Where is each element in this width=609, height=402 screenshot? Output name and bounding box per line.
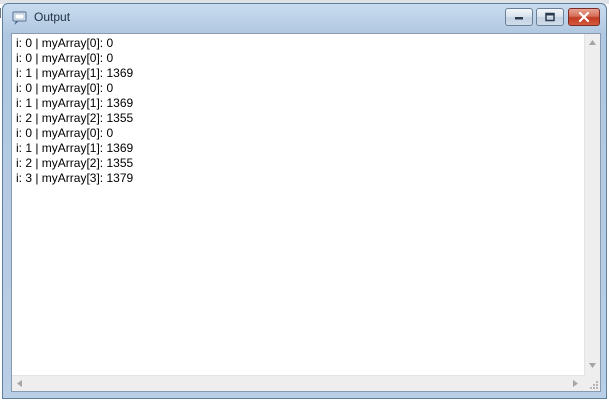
output-line: i: 0 | myArray[0]: 0 [16, 51, 114, 65]
window-title: Output [34, 10, 71, 24]
title-bar[interactable]: Output [3, 4, 606, 32]
output-line: i: 2 | myArray[2]: 1355 [16, 111, 134, 125]
output-line: i: 0 | myArray[0]: 0 [16, 81, 114, 95]
output-line: i: 1 | myArray[1]: 1369 [16, 141, 134, 155]
background-line [0, 8, 1, 18]
maximize-button[interactable] [536, 8, 564, 26]
output-line: i: 2 | myArray[2]: 1355 [16, 156, 134, 170]
output-text-area[interactable]: i: 0 | myArray[0]: 0 i: 0 | myArray[0]: … [12, 34, 584, 375]
output-line: i: 3 | myArray[3]: 1379 [16, 171, 134, 185]
scroll-right-arrow-icon[interactable] [573, 380, 578, 387]
resize-grip[interactable] [584, 375, 600, 391]
horizontal-scrollbar[interactable] [12, 375, 584, 391]
output-window: Output i: 0 | myArray[0]: 0 i: 0 | myArr… [2, 3, 607, 399]
resize-grip-icon [590, 381, 598, 389]
minimize-icon [515, 17, 523, 20]
output-window-icon[interactable] [12, 10, 28, 26]
output-line: i: 0 | myArray[0]: 0 [16, 36, 114, 50]
output-panel: i: 0 | myArray[0]: 0 i: 0 | myArray[0]: … [11, 33, 601, 392]
output-line: i: 1 | myArray[1]: 1369 [16, 66, 134, 80]
scroll-left-arrow-icon[interactable] [17, 380, 22, 387]
scroll-down-arrow-icon[interactable] [589, 363, 596, 368]
scroll-up-arrow-icon[interactable] [589, 40, 596, 45]
close-button[interactable] [568, 8, 600, 26]
vertical-scrollbar[interactable] [584, 34, 600, 375]
output-line: i: 1 | myArray[1]: 1369 [16, 96, 134, 110]
minimize-button[interactable] [505, 8, 533, 26]
output-line: i: 0 | myArray[0]: 0 [16, 126, 114, 140]
close-icon [578, 12, 590, 22]
maximize-icon [545, 12, 555, 22]
